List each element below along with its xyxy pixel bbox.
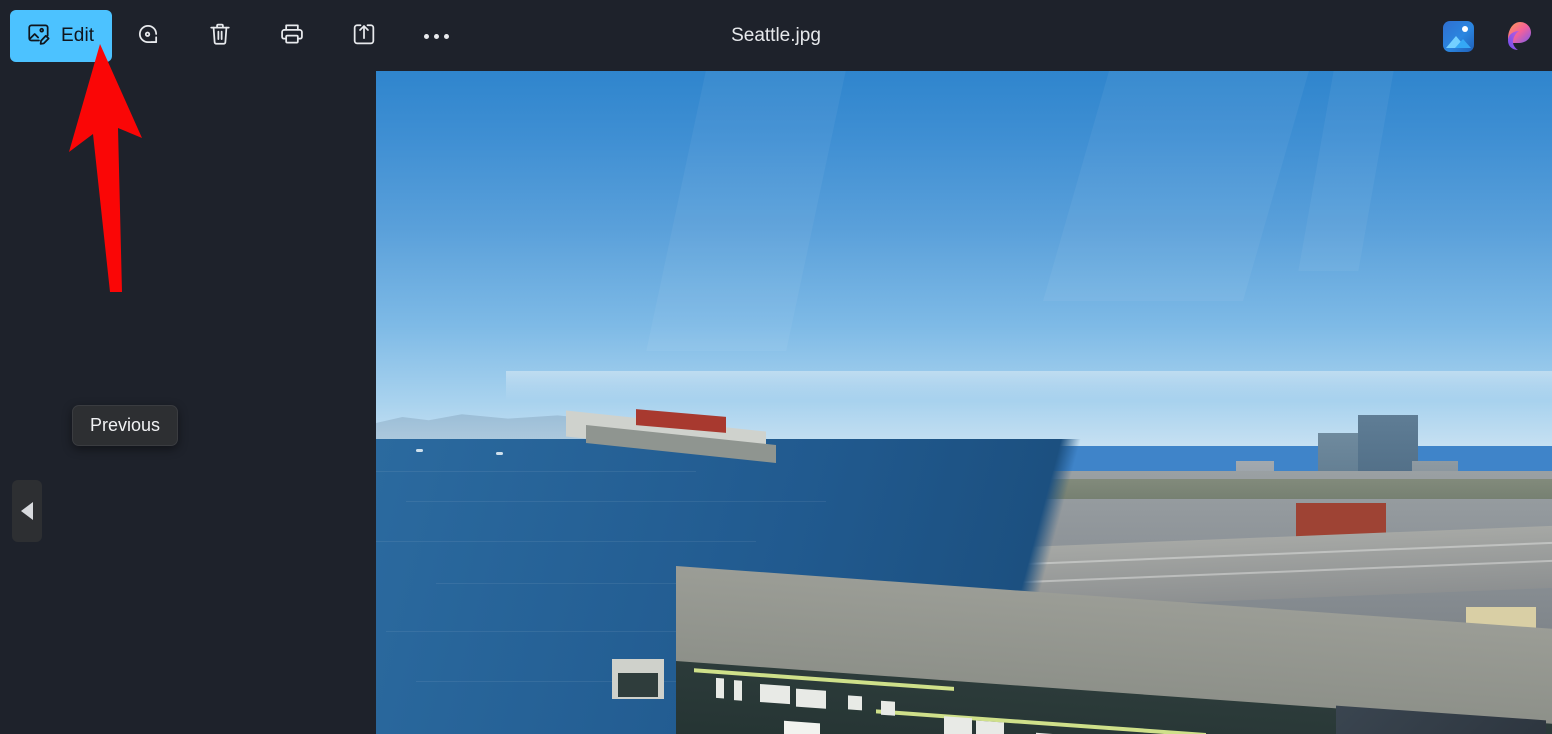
- rotate-icon: [134, 20, 162, 53]
- edit-button-label: Edit: [61, 25, 95, 46]
- image-edit-icon: [26, 21, 52, 52]
- title-bar: Edit Seattle.jpg: [0, 0, 1552, 71]
- annotation-arrow: [44, 42, 144, 294]
- print-button[interactable]: [256, 10, 328, 62]
- seattle-photo: [376, 71, 1552, 734]
- previous-image-button[interactable]: [12, 480, 42, 542]
- rotate-button[interactable]: [112, 10, 184, 62]
- previous-tooltip-text: Previous: [90, 415, 161, 435]
- designer-app-icon[interactable]: [1502, 19, 1536, 53]
- photos-app-icon[interactable]: [1443, 20, 1474, 52]
- delete-button[interactable]: [184, 10, 256, 62]
- photos-app-window: Edit Seattle.jpg Previous: [0, 0, 1552, 734]
- share-button[interactable]: [328, 10, 400, 62]
- chevron-left-icon: [21, 502, 33, 520]
- previous-tooltip: Previous: [72, 405, 179, 446]
- more-options-button[interactable]: [400, 10, 472, 62]
- trash-icon: [206, 20, 234, 53]
- share-icon: [350, 20, 378, 53]
- command-toolbar: Edit: [10, 10, 472, 62]
- printer-icon: [278, 20, 306, 53]
- edit-button[interactable]: Edit: [10, 10, 113, 62]
- image-viewer[interactable]: [376, 71, 1552, 734]
- more-options-icon: [423, 33, 449, 39]
- file-title-text: Seattle.jpg: [731, 24, 821, 46]
- app-switch-toolbar: [1443, 10, 1536, 62]
